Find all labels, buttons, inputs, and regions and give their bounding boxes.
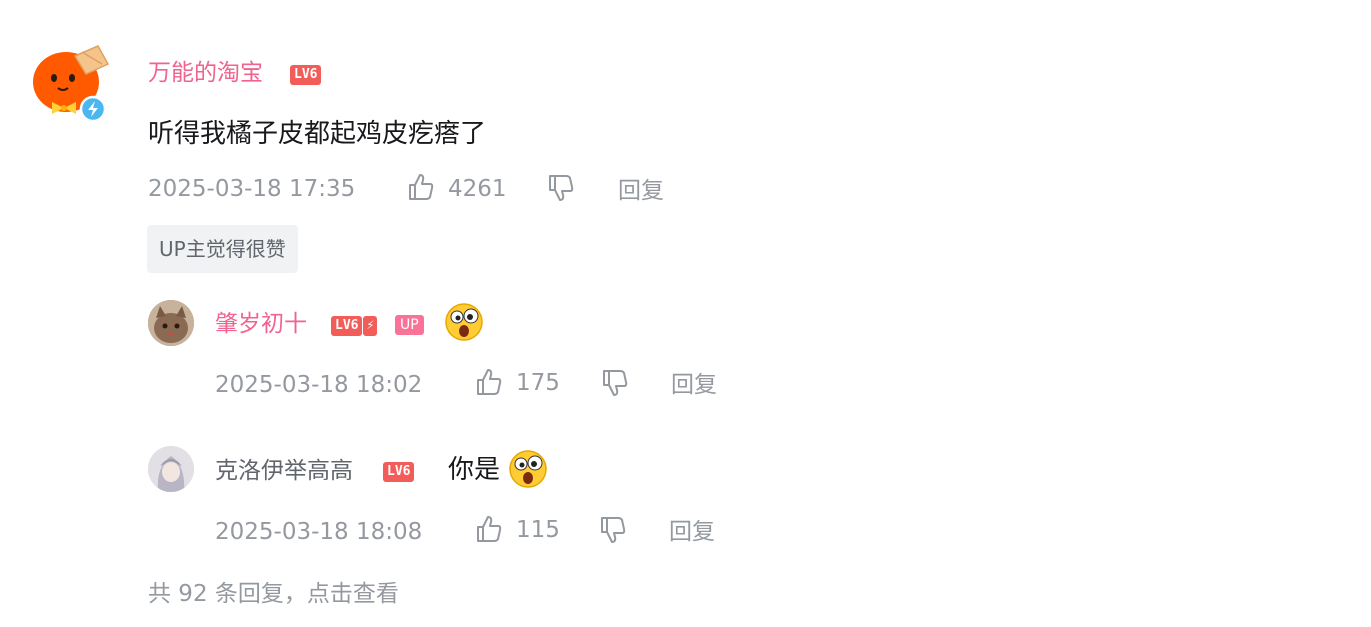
anime-avatar-icon — [148, 446, 194, 492]
reply-username[interactable]: 克洛伊举高高 — [215, 457, 353, 485]
taobao-avatar-icon — [33, 45, 110, 123]
up-liked-tag: UP主觉得很赞 — [147, 225, 298, 273]
reply-content: 你是 — [448, 455, 501, 485]
up-badge: UP — [395, 314, 424, 335]
reply-button[interactable]: 回复 — [669, 518, 715, 546]
level-text: LV6 — [331, 316, 363, 336]
level-text: LV6 — [383, 462, 415, 482]
dislike-icon[interactable] — [546, 173, 576, 203]
like-icon[interactable] — [474, 367, 504, 397]
level-badge: LV6 ⚡ — [331, 314, 378, 336]
comment-content: 听得我橘子皮都起鸡皮疙瘩了 — [148, 119, 487, 149]
shocked-emoji-icon — [444, 302, 484, 346]
cat-avatar-icon — [148, 300, 194, 346]
dislike-icon[interactable] — [600, 368, 630, 398]
reply-time: 2025-03-18 18:08 — [215, 519, 423, 545]
like-icon[interactable] — [474, 514, 504, 544]
level-badge: LV6 — [383, 460, 415, 482]
dislike-icon[interactable] — [598, 515, 628, 545]
avatar[interactable] — [30, 42, 110, 123]
level-text: LV6 — [290, 65, 322, 85]
reply-button[interactable]: 回复 — [618, 177, 664, 205]
comment-username[interactable]: 万能的淘宝 — [148, 59, 263, 87]
like-icon[interactable] — [406, 172, 436, 202]
username-text[interactable]: 克洛伊举高高 — [215, 458, 353, 484]
reply-button[interactable]: 回复 — [671, 371, 717, 399]
like-count: 4261 — [448, 176, 507, 202]
comment-time: 2025-03-18 17:35 — [148, 176, 356, 202]
avatar[interactable] — [148, 446, 194, 492]
like-count: 175 — [516, 370, 560, 396]
lightning-icon: ⚡ — [363, 316, 378, 336]
reply-time: 2025-03-18 18:02 — [215, 372, 423, 398]
username-text[interactable]: 肇岁初十 — [215, 311, 307, 337]
reply-username[interactable]: 肇岁初十 — [215, 310, 307, 338]
level-badge: LV6 — [290, 63, 322, 85]
shocked-emoji-icon — [508, 449, 548, 493]
up-badge-text: UP — [395, 315, 424, 335]
avatar[interactable] — [148, 300, 194, 346]
like-count: 115 — [516, 517, 560, 543]
username-text[interactable]: 万能的淘宝 — [148, 60, 263, 86]
view-more-replies-link[interactable]: 共 92 条回复，点击查看 — [148, 580, 399, 608]
